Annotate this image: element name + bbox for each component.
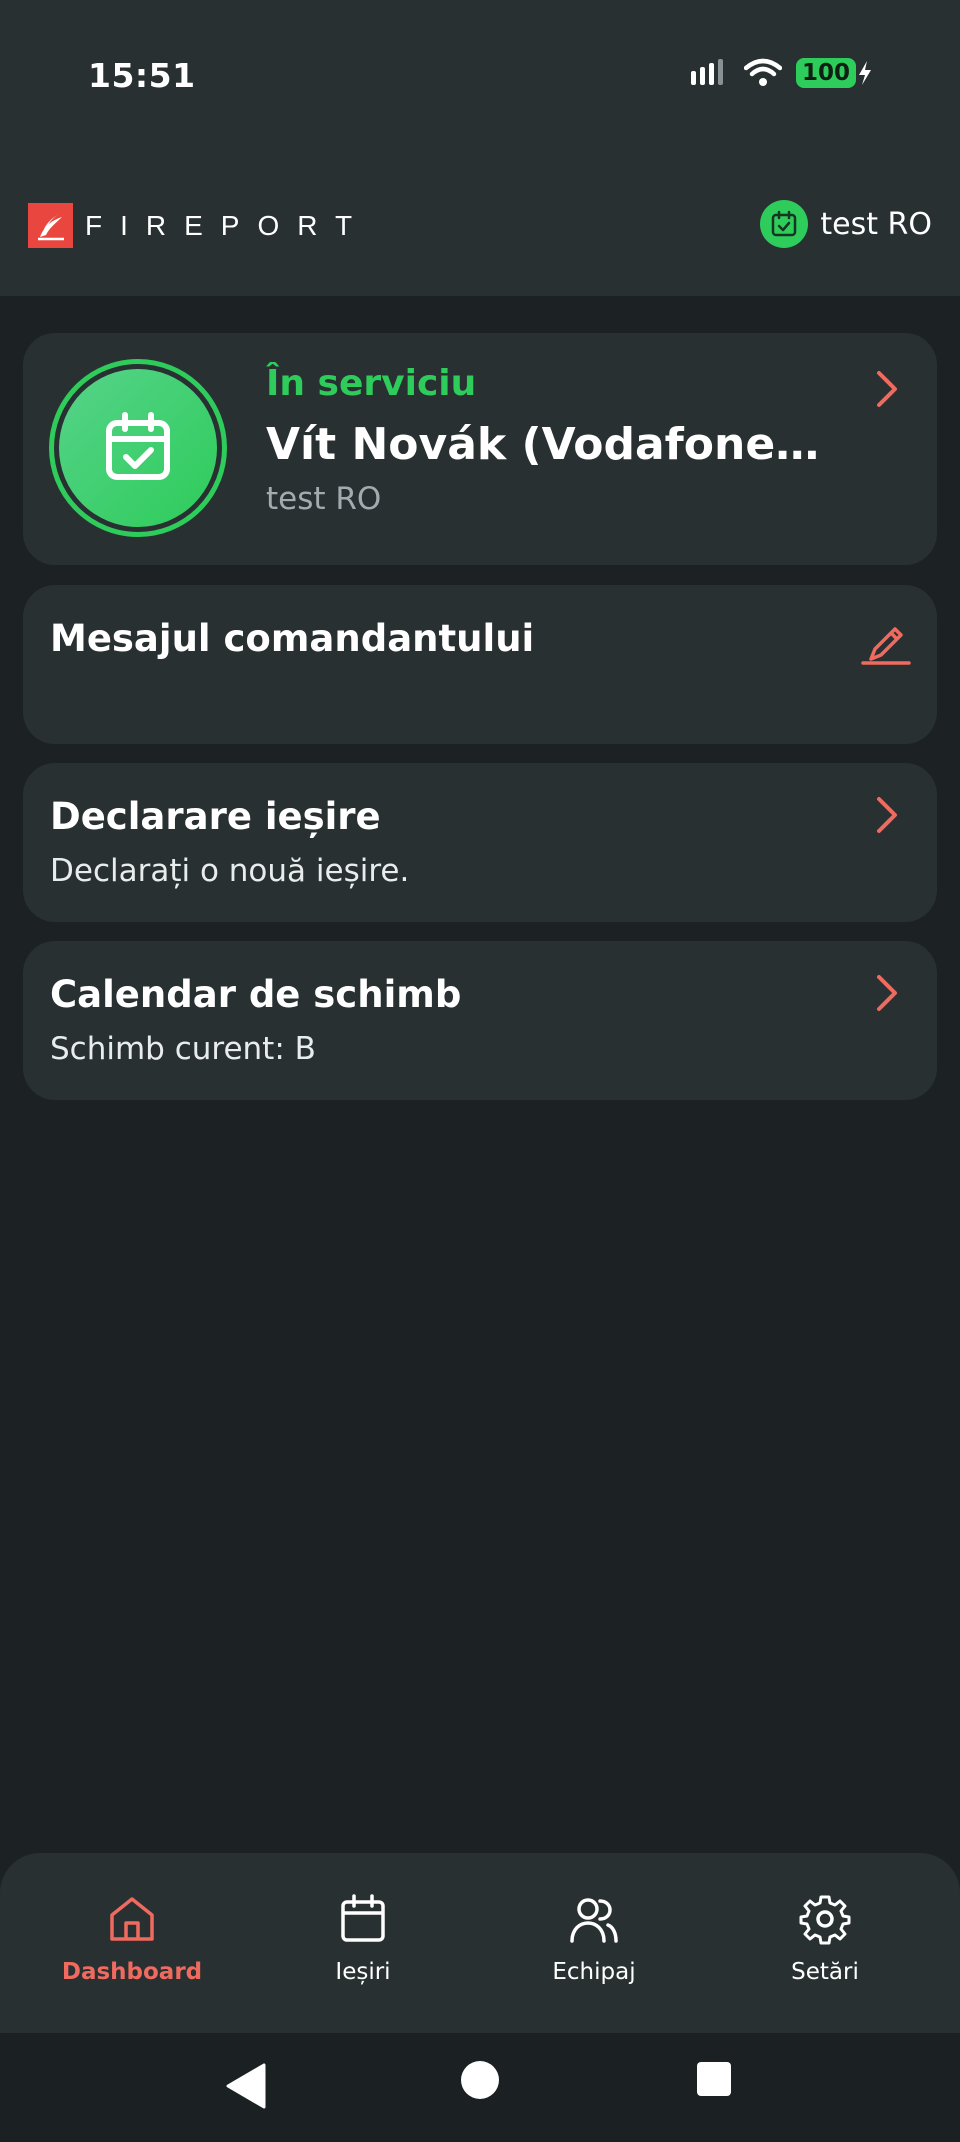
recents-square-icon[interactable] [696,2061,732,2097]
duty-calendar-icon [760,200,809,248]
nav-label-setari: Setări [791,1959,859,1985]
brand: FIREPORT [28,203,370,248]
nav-iesiri[interactable]: Ieșiri [263,1893,463,1985]
duty-unit-name: test RO [266,481,382,517]
commander-message-card: Mesajul comandantului [23,585,937,744]
fireport-logo-icon [28,203,73,248]
user-name: test RO [820,206,932,242]
duty-status-badge [49,359,227,537]
duty-status-label: În serviciu [266,363,477,404]
nav-dashboard[interactable]: Dashboard [32,1893,232,1985]
home-circle-icon[interactable] [459,2059,501,2101]
battery-indicator: 100 [795,58,872,88]
signal-icon [690,59,723,85]
duty-person-name: Vít Novák (Vodafone C... [266,419,826,470]
user-profile-button[interactable]: test RO [760,200,932,248]
nav-setari[interactable]: Setări [725,1893,925,1985]
calendar-icon [341,1894,385,1942]
shift-calendar-title: Calendar de schimb [50,973,462,1016]
gear-icon [799,1895,851,1945]
back-triangle-icon[interactable] [224,2061,268,2111]
declare-exit-subtitle: Declarați o nouă ieșire. [50,853,410,889]
bottom-navigation: Dashboard Ieșiri Echipaj Setări [0,1853,960,2033]
chevron-right-icon [877,371,897,407]
chevron-right-icon [877,797,897,833]
top-app-bar: 15:51 100 FIREPORT test RO [0,0,960,296]
nav-echipaj[interactable]: Echipaj [494,1893,694,1985]
on-duty-card[interactable]: În serviciu Vít Novák (Vodafone C... tes… [23,333,937,565]
charging-icon [859,61,871,85]
shift-calendar-card[interactable]: Calendar de schimb Schimb curent: B [23,941,937,1100]
nav-label-iesiri: Ieșiri [335,1959,391,1985]
edit-pencil-icon[interactable] [861,615,911,665]
declare-exit-title: Declarare ieșire [50,795,381,838]
nav-label-echipaj: Echipaj [552,1959,636,1985]
users-icon [570,1898,618,1943]
wifi-icon [743,58,782,86]
shift-calendar-subtitle: Schimb curent: B [50,1031,316,1067]
commander-message-title: Mesajul comandantului [50,617,535,660]
status-icons: 100 [690,58,872,88]
chevron-right-icon [877,975,897,1011]
declare-exit-card[interactable]: Declarare ieșire Declarați o nouă ieșire… [23,763,937,922]
brand-name: FIREPORT [85,209,371,241]
home-icon [110,1897,154,1941]
system-navigation-bar [0,2033,960,2142]
nav-label-dashboard: Dashboard [61,1959,203,1985]
calendar-check-icon [106,412,170,480]
status-time: 15:51 [88,56,196,95]
battery-level: 100 [795,58,856,88]
